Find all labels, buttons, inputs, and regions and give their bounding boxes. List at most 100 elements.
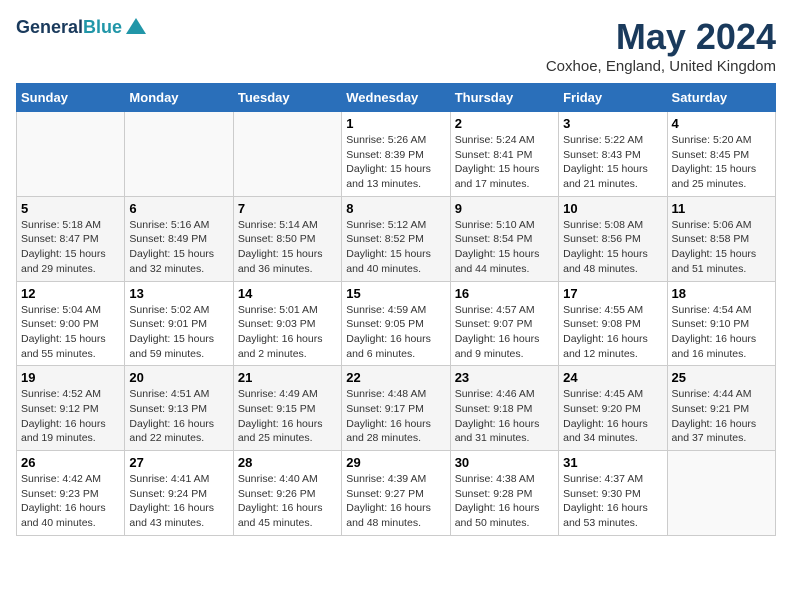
- day-info: Sunrise: 5:22 AMSunset: 8:43 PMDaylight:…: [563, 133, 662, 192]
- day-info: Sunrise: 4:42 AMSunset: 9:23 PMDaylight:…: [21, 472, 120, 531]
- day-cell: 11 Sunrise: 5:06 AMSunset: 8:58 PMDayligh…: [667, 196, 775, 281]
- day-cell: [667, 451, 775, 536]
- day-info: Sunrise: 5:24 AMSunset: 8:41 PMDaylight:…: [455, 133, 554, 192]
- day-info: Sunrise: 5:08 AMSunset: 8:56 PMDaylight:…: [563, 218, 662, 277]
- logo-icon: [124, 16, 148, 40]
- logo: GeneralBlue: [16, 16, 148, 40]
- day-number: 1: [346, 116, 445, 131]
- day-cell: 26 Sunrise: 4:42 AMSunset: 9:23 PMDayligh…: [17, 451, 125, 536]
- day-info: Sunrise: 4:57 AMSunset: 9:07 PMDaylight:…: [455, 303, 554, 362]
- day-cell: 25 Sunrise: 4:44 AMSunset: 9:21 PMDayligh…: [667, 366, 775, 451]
- day-number: 18: [672, 286, 771, 301]
- day-cell: 21 Sunrise: 4:49 AMSunset: 9:15 PMDayligh…: [233, 366, 341, 451]
- day-number: 8: [346, 201, 445, 216]
- day-cell: 7 Sunrise: 5:14 AMSunset: 8:50 PMDaylight…: [233, 196, 341, 281]
- week-row-1: 1 Sunrise: 5:26 AMSunset: 8:39 PMDaylight…: [17, 112, 776, 197]
- day-info: Sunrise: 4:55 AMSunset: 9:08 PMDaylight:…: [563, 303, 662, 362]
- day-info: Sunrise: 4:45 AMSunset: 9:20 PMDaylight:…: [563, 387, 662, 446]
- day-info: Sunrise: 4:51 AMSunset: 9:13 PMDaylight:…: [129, 387, 228, 446]
- week-row-3: 12Sunrise: 5:04 AMSunset: 9:00 PMDayligh…: [17, 281, 776, 366]
- day-cell: 17 Sunrise: 4:55 AMSunset: 9:08 PMDayligh…: [559, 281, 667, 366]
- day-info: Sunrise: 4:48 AMSunset: 9:17 PMDaylight:…: [346, 387, 445, 446]
- day-info: Sunrise: 4:46 AMSunset: 9:18 PMDaylight:…: [455, 387, 554, 446]
- week-row-5: 26 Sunrise: 4:42 AMSunset: 9:23 PMDayligh…: [17, 451, 776, 536]
- day-info: Sunrise: 5:12 AMSunset: 8:52 PMDaylight:…: [346, 218, 445, 277]
- day-cell: 22Sunrise: 4:48 AMSunset: 9:17 PMDayligh…: [342, 366, 450, 451]
- day-number: 16: [455, 286, 554, 301]
- day-number: 4: [672, 116, 771, 131]
- month-title: May 2024: [546, 16, 776, 58]
- day-cell: [233, 112, 341, 197]
- day-number: 28: [238, 455, 337, 470]
- day-info: Sunrise: 4:40 AMSunset: 9:26 PMDaylight:…: [238, 472, 337, 531]
- day-number: 5: [21, 201, 120, 216]
- day-cell: 6 Sunrise: 5:16 AMSunset: 8:49 PMDaylight…: [125, 196, 233, 281]
- day-info: Sunrise: 5:18 AMSunset: 8:47 PMDaylight:…: [21, 218, 120, 277]
- day-number: 29: [346, 455, 445, 470]
- day-number: 11: [672, 201, 771, 216]
- day-cell: 27Sunrise: 4:41 AMSunset: 9:24 PMDayligh…: [125, 451, 233, 536]
- day-info: Sunrise: 4:54 AMSunset: 9:10 PMDaylight:…: [672, 303, 771, 362]
- page-header: GeneralBlue May 2024 Coxhoe, England, Un…: [16, 16, 776, 75]
- day-cell: 31 Sunrise: 4:37 AMSunset: 9:30 PMDayligh…: [559, 451, 667, 536]
- day-cell: 28 Sunrise: 4:40 AMSunset: 9:26 PMDayligh…: [233, 451, 341, 536]
- day-number: 15: [346, 286, 445, 301]
- day-cell: [125, 112, 233, 197]
- day-info: Sunrise: 4:52 AMSunset: 9:12 PMDaylight:…: [21, 387, 120, 446]
- column-header-saturday: Saturday: [667, 84, 775, 112]
- day-number: 7: [238, 201, 337, 216]
- column-header-sunday: Sunday: [17, 84, 125, 112]
- day-cell: 20 Sunrise: 4:51 AMSunset: 9:13 PMDayligh…: [125, 366, 233, 451]
- day-info: Sunrise: 4:37 AMSunset: 9:30 PMDaylight:…: [563, 472, 662, 531]
- week-row-2: 5 Sunrise: 5:18 AMSunset: 8:47 PMDaylight…: [17, 196, 776, 281]
- day-cell: 16 Sunrise: 4:57 AMSunset: 9:07 PMDayligh…: [450, 281, 558, 366]
- day-number: 25: [672, 370, 771, 385]
- logo-text: GeneralBlue: [16, 18, 122, 38]
- day-number: 13: [129, 286, 228, 301]
- day-info: Sunrise: 5:14 AMSunset: 8:50 PMDaylight:…: [238, 218, 337, 277]
- day-info: Sunrise: 4:44 AMSunset: 9:21 PMDaylight:…: [672, 387, 771, 446]
- day-info: Sunrise: 4:41 AMSunset: 9:24 PMDaylight:…: [129, 472, 228, 531]
- day-number: 30: [455, 455, 554, 470]
- day-cell: 15 Sunrise: 4:59 AMSunset: 9:05 PMDayligh…: [342, 281, 450, 366]
- day-number: 17: [563, 286, 662, 301]
- day-number: 14: [238, 286, 337, 301]
- day-cell: 24 Sunrise: 4:45 AMSunset: 9:20 PMDayligh…: [559, 366, 667, 451]
- column-header-friday: Friday: [559, 84, 667, 112]
- day-number: 24: [563, 370, 662, 385]
- calendar-header-row: SundayMondayTuesdayWednesdayThursdayFrid…: [17, 84, 776, 112]
- day-cell: 9Sunrise: 5:10 AMSunset: 8:54 PMDaylight…: [450, 196, 558, 281]
- day-cell: 19Sunrise: 4:52 AMSunset: 9:12 PMDayligh…: [17, 366, 125, 451]
- day-info: Sunrise: 4:49 AMSunset: 9:15 PMDaylight:…: [238, 387, 337, 446]
- column-header-monday: Monday: [125, 84, 233, 112]
- day-cell: 3 Sunrise: 5:22 AMSunset: 8:43 PMDaylight…: [559, 112, 667, 197]
- day-cell: 4Sunrise: 5:20 AMSunset: 8:45 PMDaylight…: [667, 112, 775, 197]
- day-cell: 2Sunrise: 5:24 AMSunset: 8:41 PMDaylight…: [450, 112, 558, 197]
- day-number: 10: [563, 201, 662, 216]
- day-cell: 8 Sunrise: 5:12 AMSunset: 8:52 PMDaylight…: [342, 196, 450, 281]
- day-info: Sunrise: 5:10 AMSunset: 8:54 PMDaylight:…: [455, 218, 554, 277]
- day-info: Sunrise: 5:26 AMSunset: 8:39 PMDaylight:…: [346, 133, 445, 192]
- day-cell: [17, 112, 125, 197]
- day-info: Sunrise: 4:59 AMSunset: 9:05 PMDaylight:…: [346, 303, 445, 362]
- day-info: Sunrise: 4:39 AMSunset: 9:27 PMDaylight:…: [346, 472, 445, 531]
- day-cell: 10 Sunrise: 5:08 AMSunset: 8:56 PMDayligh…: [559, 196, 667, 281]
- day-info: Sunrise: 5:06 AMSunset: 8:58 PMDaylight:…: [672, 218, 771, 277]
- day-cell: 13Sunrise: 5:02 AMSunset: 9:01 PMDayligh…: [125, 281, 233, 366]
- day-number: 6: [129, 201, 228, 216]
- day-number: 26: [21, 455, 120, 470]
- day-number: 23: [455, 370, 554, 385]
- day-number: 31: [563, 455, 662, 470]
- day-cell: 12Sunrise: 5:04 AMSunset: 9:00 PMDayligh…: [17, 281, 125, 366]
- day-cell: 30 Sunrise: 4:38 AMSunset: 9:28 PMDayligh…: [450, 451, 558, 536]
- day-number: 12: [21, 286, 120, 301]
- day-number: 20: [129, 370, 228, 385]
- column-header-tuesday: Tuesday: [233, 84, 341, 112]
- column-header-wednesday: Wednesday: [342, 84, 450, 112]
- day-info: Sunrise: 5:16 AMSunset: 8:49 PMDaylight:…: [129, 218, 228, 277]
- day-info: Sunrise: 4:38 AMSunset: 9:28 PMDaylight:…: [455, 472, 554, 531]
- day-cell: 1 Sunrise: 5:26 AMSunset: 8:39 PMDaylight…: [342, 112, 450, 197]
- day-cell: 23 Sunrise: 4:46 AMSunset: 9:18 PMDayligh…: [450, 366, 558, 451]
- day-number: 21: [238, 370, 337, 385]
- day-number: 3: [563, 116, 662, 131]
